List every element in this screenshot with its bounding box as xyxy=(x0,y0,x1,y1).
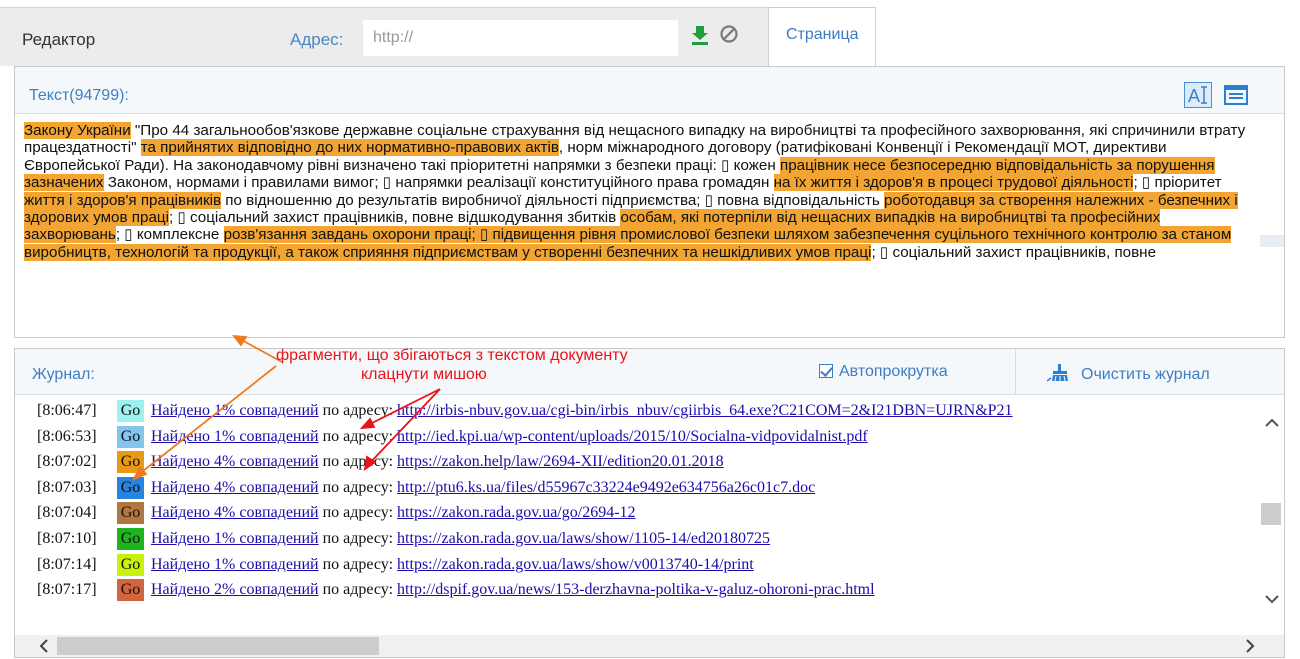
log-address-label: по адресу: xyxy=(318,427,398,445)
top-bar: Редактор Адрес: Страница xyxy=(0,0,1300,66)
matched-fragment: Закону України xyxy=(24,122,131,139)
text-panel: Текст(94799): A Закону України "Про 44 з… xyxy=(14,66,1285,338)
log-hscrollbar-thumb[interactable] xyxy=(57,637,379,655)
go-button[interactable]: Go xyxy=(117,527,144,550)
text-count-label: Текст(94799): xyxy=(29,87,129,104)
text-mode-icon[interactable]: A xyxy=(1184,82,1212,108)
log-panel-header: Журнал: Автопрокрутка Очистить журнал xyxy=(15,349,1284,395)
matched-fragment: та прийнятих відповідно до них нормативн… xyxy=(140,139,559,157)
log-vscrollbar-thumb[interactable] xyxy=(1261,503,1281,525)
source-url-link[interactable]: http://ptu6.ks.ua/files/d55967c33224e949… xyxy=(397,479,815,496)
go-button[interactable]: Go xyxy=(117,400,144,422)
clear-log-label: Очистить журнал xyxy=(1081,366,1210,383)
log-timestamp: [8:06:53] xyxy=(37,427,97,445)
log-label: Журнал: xyxy=(32,366,95,383)
log-timestamp: [8:07:14] xyxy=(37,555,97,573)
source-url-link[interactable]: https://zakon.help/law/2694-XII/edition2… xyxy=(397,453,724,470)
text-fragment: Законом, нормами і правилами вимог; ▯ на… xyxy=(103,174,774,192)
log-timestamp: [8:07:17] xyxy=(37,581,97,599)
tab-page[interactable]: Страница xyxy=(768,7,876,66)
matched-fragment: життя і здоров'я працівників xyxy=(24,191,222,209)
log-address-label: по адресу: xyxy=(318,555,398,573)
log-entry: [8:07:17] Go Найдено 2% совпадений по адре… xyxy=(37,578,1257,604)
log-entry: [8:07:04] Go Найдено 4% совпадений по адре… xyxy=(37,501,1257,527)
match-link[interactable]: Найдено 1% совпадений xyxy=(151,428,319,445)
log-list: [8:06:47] Go Найдено 1% совпадений по адре… xyxy=(37,399,1257,631)
go-button[interactable]: Go xyxy=(117,476,144,499)
svg-text:A: A xyxy=(1188,86,1200,106)
broom-icon xyxy=(1046,364,1073,387)
autoscroll-checkbox[interactable]: Автопрокрутка xyxy=(819,363,948,381)
text-fragment: по відношенню до результатів виробничої … xyxy=(221,191,885,209)
log-address-label: по адресу: xyxy=(318,581,398,599)
go-button[interactable]: Go xyxy=(117,553,144,576)
log-entry: [8:07:10] Go Найдено 1% совпадений по адре… xyxy=(37,527,1257,553)
source-url-link[interactable]: http://dspif.gov.ua/news/153-derzhavna-p… xyxy=(397,581,875,598)
autoscroll-label: Автопрокрутка xyxy=(839,363,948,380)
header-divider xyxy=(1015,349,1016,395)
text-fragment: ; ▯ соціальний захист працівників, повне xyxy=(871,243,1157,261)
text-fragment: ; ▯ комплексне xyxy=(115,226,224,244)
match-link[interactable]: Найдено 4% совпадений xyxy=(151,453,319,470)
log-address-label: по адресу: xyxy=(318,453,398,471)
match-link[interactable]: Найдено 1% совпадений xyxy=(151,402,319,419)
log-timestamp: [8:06:47] xyxy=(37,402,97,419)
text-panel-header: Текст(94799): A xyxy=(15,67,1284,114)
match-link[interactable]: Найдено 4% совпадений xyxy=(151,479,319,496)
source-url-link[interactable]: http://irbis-nbuv.gov.ua/cgi-bin/irbis_n… xyxy=(397,402,1013,419)
log-address-label: по адресу: xyxy=(318,402,398,419)
log-entry: [8:06:47] Go Найдено 1% совпадений по адре… xyxy=(37,399,1257,425)
match-link[interactable]: Найдено 1% совпадений xyxy=(151,530,319,547)
log-timestamp: [8:07:02] xyxy=(37,453,97,471)
log-entry: [8:07:02] Go Найдено 4% совпадений по адре… xyxy=(37,450,1257,476)
log-entry: [8:07:03] Go Найдено 4% совпадений по адре… xyxy=(37,476,1257,502)
match-link[interactable]: Найдено 4% совпадений xyxy=(151,504,319,521)
source-url-link[interactable]: https://zakon.rada.gov.ua/laws/show/1105… xyxy=(397,530,770,547)
chevron-left-icon[interactable] xyxy=(37,638,51,654)
go-button[interactable]: Go xyxy=(117,451,144,474)
go-button[interactable]: Go xyxy=(117,579,144,602)
log-timestamp: [8:07:10] xyxy=(37,529,97,547)
clear-log-button[interactable]: Очистить журнал xyxy=(1046,364,1210,387)
block-icon[interactable] xyxy=(719,24,739,44)
log-address-label: по адресу: xyxy=(318,504,398,522)
source-url-link[interactable]: https://zakon.rada.gov.ua/go/2694-12 xyxy=(397,504,635,521)
matched-fragment: на їх життя і здоров'я в процесі трудово… xyxy=(773,174,1134,192)
go-button[interactable]: Go xyxy=(117,502,144,525)
log-entry: [8:06:53] Go Найдено 1% совпадений по адре… xyxy=(37,425,1257,451)
log-address-label: по адресу: xyxy=(318,478,398,496)
log-entry: [8:07:14] Go Найдено 1% совпадений по адре… xyxy=(37,553,1257,579)
match-link[interactable]: Найдено 2% совпадений xyxy=(151,581,319,598)
text-scrollbar-thumb[interactable] xyxy=(1260,235,1284,247)
address-label: Адрес: xyxy=(290,30,344,49)
list-mode-icon[interactable] xyxy=(1222,83,1250,107)
text-scrollbar[interactable] xyxy=(1260,115,1284,337)
download-icon[interactable] xyxy=(690,24,710,46)
text-fragment: ; ▯ пріоритет xyxy=(1133,174,1222,192)
match-link[interactable]: Найдено 1% совпадений xyxy=(151,556,319,573)
text-fragment: ; ▯ соціальний захист працівників, повне… xyxy=(169,209,621,227)
chevron-down-icon[interactable] xyxy=(1263,591,1281,607)
source-url-link[interactable]: https://zakon.rada.gov.ua/laws/show/v001… xyxy=(397,556,754,573)
document-text[interactable]: Закону України "Про 44 загальнообов'язко… xyxy=(24,122,1252,335)
address-input[interactable] xyxy=(363,20,678,56)
log-timestamp: [8:07:04] xyxy=(37,504,97,522)
editor-title: Редактор xyxy=(22,30,96,49)
source-url-link[interactable]: http://ied.kpi.ua/wp-content/uploads/201… xyxy=(397,428,868,445)
checkbox-checked-icon[interactable] xyxy=(819,364,833,378)
chevron-up-icon[interactable] xyxy=(1263,415,1281,431)
go-button[interactable]: Go xyxy=(117,425,144,448)
log-hscrollbar[interactable] xyxy=(15,635,1284,657)
log-panel: Журнал: Автопрокрутка Очистить журнал [8… xyxy=(14,348,1285,658)
log-address-label: по адресу: xyxy=(318,529,398,547)
chevron-right-icon[interactable] xyxy=(1243,638,1257,654)
log-timestamp: [8:07:03] xyxy=(37,478,97,496)
